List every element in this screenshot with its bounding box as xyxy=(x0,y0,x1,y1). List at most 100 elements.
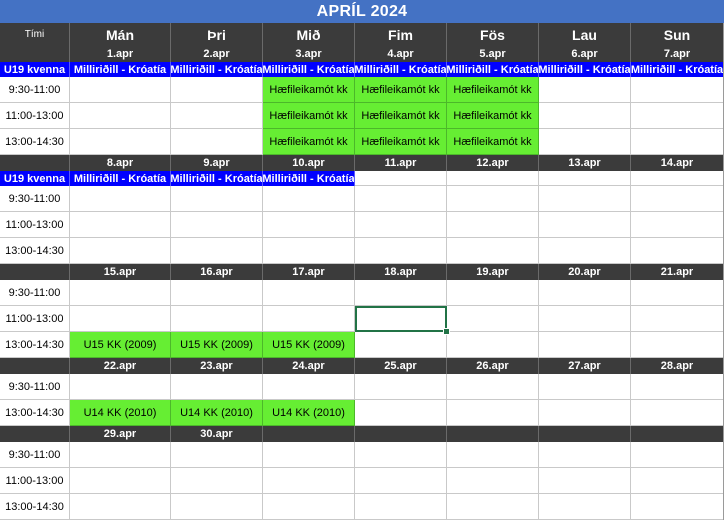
empty-cell[interactable] xyxy=(631,374,724,400)
date-cell[interactable]: 30.apr xyxy=(171,426,263,442)
event-cell[interactable]: U15 KK (2009) xyxy=(263,332,355,358)
empty-cell[interactable] xyxy=(539,212,631,238)
event-banner-cell[interactable]: Milliriðill - Króatía xyxy=(263,171,355,186)
empty-cell[interactable] xyxy=(70,374,171,400)
empty-cell[interactable] xyxy=(263,494,355,520)
empty-cell[interactable] xyxy=(355,442,447,468)
empty-cell[interactable] xyxy=(263,442,355,468)
date-cell[interactable]: 17.apr xyxy=(263,264,355,280)
empty-cell[interactable] xyxy=(355,171,447,186)
event-cell[interactable]: Hæfileikamót kk xyxy=(355,129,447,155)
empty-cell[interactable] xyxy=(70,280,171,306)
date-cell[interactable]: 3.apr xyxy=(263,46,355,62)
empty-cell[interactable] xyxy=(70,186,171,212)
date-cell[interactable] xyxy=(631,426,724,442)
date-cell[interactable] xyxy=(447,426,539,442)
event-banner-cell[interactable]: Milliriðill - Króatía xyxy=(70,62,171,77)
empty-cell[interactable] xyxy=(631,468,724,494)
empty-cell[interactable] xyxy=(539,129,631,155)
date-cell[interactable]: 8.apr xyxy=(70,155,171,171)
empty-cell[interactable] xyxy=(539,442,631,468)
empty-cell[interactable] xyxy=(447,306,539,332)
empty-cell[interactable] xyxy=(447,374,539,400)
day-header-5[interactable]: Fös xyxy=(447,23,539,46)
event-cell[interactable]: Hæfileikamót kk xyxy=(447,103,539,129)
date-cell[interactable]: 29.apr xyxy=(70,426,171,442)
time-slot-label[interactable]: 13:00-14:30 xyxy=(0,494,70,520)
event-banner-cell[interactable]: Milliriðill - Króatía xyxy=(355,62,447,77)
empty-cell[interactable] xyxy=(171,103,263,129)
event-cell[interactable]: U15 KK (2009) xyxy=(70,332,171,358)
empty-cell[interactable] xyxy=(171,77,263,103)
empty-cell[interactable] xyxy=(70,238,171,264)
empty-cell[interactable] xyxy=(263,306,355,332)
selected-cell[interactable] xyxy=(355,306,447,332)
empty-cell[interactable] xyxy=(447,332,539,358)
date-cell[interactable]: 27.apr xyxy=(539,358,631,374)
date-cell[interactable]: 12.apr xyxy=(447,155,539,171)
day-header-4[interactable]: Fim xyxy=(355,23,447,46)
empty-cell[interactable] xyxy=(447,171,539,186)
empty-cell[interactable] xyxy=(631,186,724,212)
date-cell[interactable] xyxy=(263,426,355,442)
empty-cell[interactable] xyxy=(631,103,724,129)
empty-cell[interactable] xyxy=(539,332,631,358)
empty-cell[interactable] xyxy=(171,468,263,494)
date-cell[interactable]: 7.apr xyxy=(631,46,724,62)
day-header-6[interactable]: Lau xyxy=(539,23,631,46)
event-cell[interactable]: Hæfileikamót kk xyxy=(447,77,539,103)
date-cell[interactable]: 25.apr xyxy=(355,358,447,374)
empty-cell[interactable] xyxy=(263,468,355,494)
empty-cell[interactable] xyxy=(631,332,724,358)
empty-cell[interactable] xyxy=(355,494,447,520)
event-cell[interactable]: U15 KK (2009) xyxy=(171,332,263,358)
empty-cell[interactable] xyxy=(539,186,631,212)
date-cell[interactable]: 21.apr xyxy=(631,264,724,280)
empty-cell[interactable] xyxy=(70,212,171,238)
date-cell[interactable]: 23.apr xyxy=(171,358,263,374)
event-cell[interactable]: Hæfileikamót kk xyxy=(447,129,539,155)
empty-cell[interactable] xyxy=(631,212,724,238)
date-cell[interactable]: 4.apr xyxy=(355,46,447,62)
event-banner-cell[interactable]: Milliriðill - Króatía xyxy=(70,171,171,186)
empty-cell[interactable] xyxy=(539,103,631,129)
date-cell[interactable]: 18.apr xyxy=(355,264,447,280)
empty-cell[interactable] xyxy=(447,494,539,520)
time-slot-label[interactable]: 13:00-14:30 xyxy=(0,129,70,155)
event-banner-cell[interactable]: Milliriðill - Króatía xyxy=(171,62,263,77)
empty-cell[interactable] xyxy=(539,494,631,520)
empty-cell[interactable] xyxy=(539,238,631,264)
empty-cell[interactable] xyxy=(355,374,447,400)
empty-cell[interactable] xyxy=(447,212,539,238)
date-cell[interactable]: 24.apr xyxy=(263,358,355,374)
time-slot-label[interactable]: 11:00-13:00 xyxy=(0,306,70,332)
empty-cell[interactable] xyxy=(539,400,631,426)
date-cell[interactable]: 19.apr xyxy=(447,264,539,280)
empty-cell[interactable] xyxy=(355,332,447,358)
date-cell[interactable]: 22.apr xyxy=(70,358,171,374)
empty-cell[interactable] xyxy=(70,468,171,494)
empty-cell[interactable] xyxy=(263,374,355,400)
date-cell[interactable]: 2.apr xyxy=(171,46,263,62)
empty-cell[interactable] xyxy=(539,171,631,186)
empty-cell[interactable] xyxy=(447,280,539,306)
time-slot-label[interactable]: 9:30-11:00 xyxy=(0,77,70,103)
time-slot-label[interactable]: 13:00-14:30 xyxy=(0,238,70,264)
empty-cell[interactable] xyxy=(70,494,171,520)
empty-cell[interactable] xyxy=(539,374,631,400)
empty-cell[interactable] xyxy=(447,442,539,468)
date-cell[interactable]: 15.apr xyxy=(70,264,171,280)
empty-cell[interactable] xyxy=(539,306,631,332)
date-cell[interactable]: 9.apr xyxy=(171,155,263,171)
date-cell[interactable]: 20.apr xyxy=(539,264,631,280)
empty-cell[interactable] xyxy=(447,238,539,264)
day-header-1[interactable]: Mán xyxy=(70,23,171,46)
fill-handle[interactable] xyxy=(443,328,450,335)
empty-cell[interactable] xyxy=(171,280,263,306)
date-cell[interactable]: 10.apr xyxy=(263,155,355,171)
date-cell[interactable]: 5.apr xyxy=(447,46,539,62)
team-label[interactable]: U19 kvenna xyxy=(0,171,70,186)
empty-cell[interactable] xyxy=(631,238,724,264)
team-label[interactable]: U19 kvenna xyxy=(0,62,70,77)
empty-cell[interactable] xyxy=(447,468,539,494)
